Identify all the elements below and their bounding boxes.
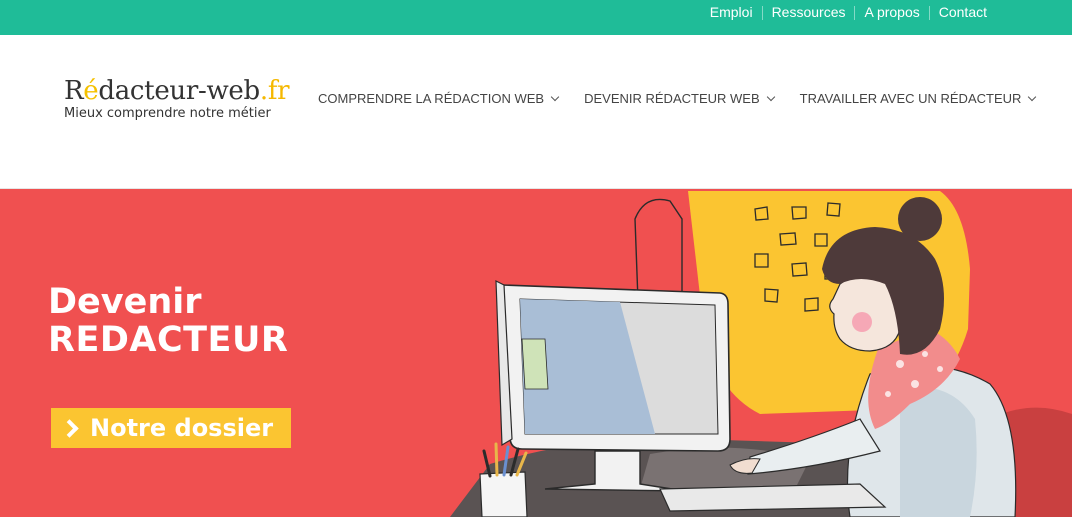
nav-item-comprendre[interactable]: COMPRENDRE LA RÉDACTION WEB: [318, 91, 560, 106]
top-link-contact[interactable]: Contact: [930, 0, 996, 25]
top-nav: Emploi Ressources A propos Contact: [701, 0, 996, 25]
top-bar: Emploi Ressources A propos Contact: [0, 0, 1072, 35]
logo-title-tld: .fr: [259, 76, 290, 106]
top-link-a-propos[interactable]: A propos: [855, 0, 928, 25]
chevron-down-icon: [550, 92, 560, 102]
hero-heading: Devenir REDACTEUR: [48, 283, 288, 359]
nav-item-label: COMPRENDRE LA RÉDACTION WEB: [318, 91, 545, 106]
logo-title: Rédacteur-web.fr: [64, 75, 290, 107]
woman-at-computer-illustration: [450, 191, 1072, 517]
site-logo[interactable]: Rédacteur-web.fr Mieux comprendre notre …: [64, 75, 290, 121]
hero-heading-line1: Devenir: [48, 282, 202, 322]
logo-title-r: R: [64, 76, 84, 106]
hero-heading-line2: REDACTEUR: [48, 320, 289, 360]
logo-tagline: Mieux comprendre notre métier: [64, 106, 271, 121]
top-link-ressources[interactable]: Ressources: [763, 0, 855, 25]
cta-label: Notre dossier: [90, 414, 274, 442]
main-nav: COMPRENDRE LA RÉDACTION WEB DEVENIR RÉDA…: [318, 91, 1061, 106]
site-header: Rédacteur-web.fr Mieux comprendre notre …: [0, 35, 1072, 189]
hero-banner: Devenir REDACTEUR Notre dossier: [0, 189, 1072, 517]
nav-item-travailler[interactable]: TRAVAILLER AVEC UN RÉDACTEUR: [799, 91, 1037, 106]
chevron-down-icon: [766, 92, 775, 102]
nav-item-label: DEVENIR RÉDACTEUR WEB: [584, 91, 760, 106]
nav-item-devenir[interactable]: DEVENIR RÉDACTEUR WEB: [584, 91, 775, 106]
nav-item-label: TRAVAILLER AVEC UN RÉDACTEUR: [799, 91, 1022, 106]
top-link-emploi[interactable]: Emploi: [701, 0, 762, 25]
logo-title-accent: é: [83, 76, 99, 106]
chevron-down-icon: [1028, 92, 1037, 102]
logo-title-rest: dacteur-web: [98, 76, 260, 106]
chevron-right-icon: [60, 418, 79, 438]
notre-dossier-button[interactable]: Notre dossier: [51, 408, 291, 448]
